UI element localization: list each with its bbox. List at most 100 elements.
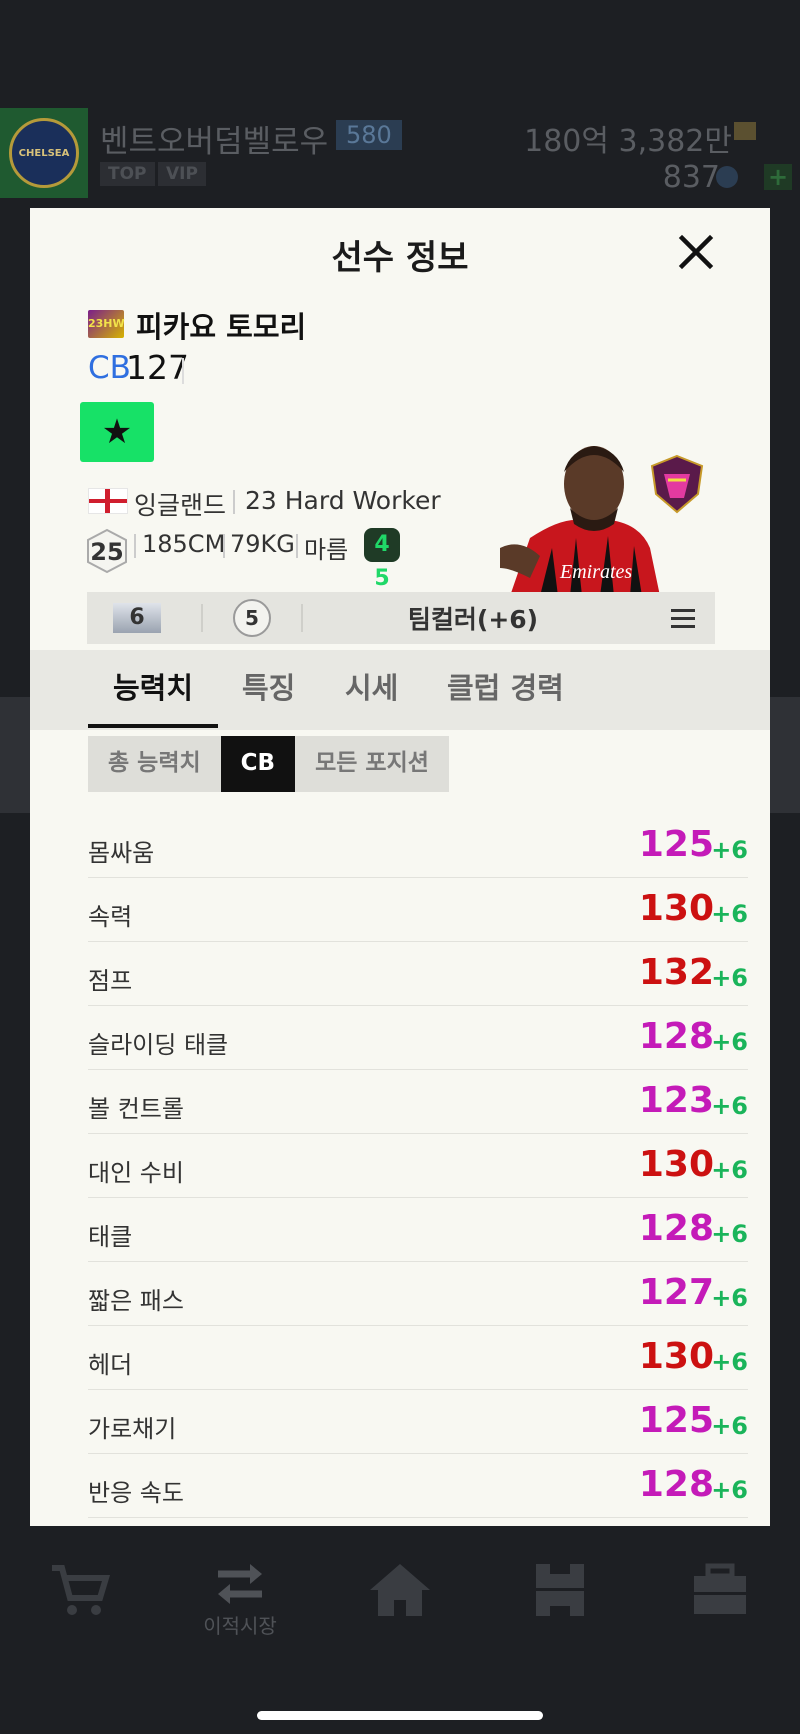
stat-value: 132 [638, 952, 714, 993]
player-name: 피카요 토모리 [136, 310, 307, 344]
add-points-button[interactable]: + [764, 164, 792, 190]
level-badge[interactable]: 5 [233, 599, 271, 637]
coin-icon [734, 122, 756, 140]
divider [233, 490, 235, 514]
stat-bonus: +6 [711, 964, 748, 992]
active-tab-underline [88, 724, 218, 728]
tab-club-history[interactable]: 클럽 경력 [447, 650, 564, 730]
stat-name: 슬라이딩 태클 [88, 1031, 229, 1059]
stat-value: 127 [638, 1272, 714, 1313]
stat-value: 125 [638, 824, 714, 865]
stat-bonus: +6 [711, 900, 748, 928]
stat-value: 130 [638, 1336, 714, 1377]
player-class: 23 Hard Worker [245, 486, 441, 515]
enhance-grade[interactable]: 6 [113, 603, 161, 633]
points-amount: 837 [662, 160, 720, 195]
tab-bar: 능력치 특징 시세 클럽 경력 [30, 650, 770, 730]
divider [134, 534, 136, 558]
stat-bonus: +6 [711, 836, 748, 864]
segment-all-positions[interactable]: 모든 포지션 [295, 736, 449, 792]
enhance-bar: 6 5 팀컬러(+6) [87, 592, 715, 644]
stat-name: 점프 [88, 967, 133, 995]
app-header: CHELSEA 벤트오버덤벨로우 580 TOP VIP 180억 3,382만… [0, 108, 800, 198]
stat-name: 태클 [88, 1223, 133, 1251]
stat-bonus: +6 [711, 1092, 748, 1120]
england-flag-icon [88, 488, 128, 514]
stat-name: 속력 [88, 903, 133, 931]
stat-row: 점프 132 +6 [88, 942, 748, 1006]
home-indicator [257, 1711, 543, 1720]
stat-name: 몸싸움 [88, 839, 155, 867]
stat-row: 대인 수비 130 +6 [88, 1134, 748, 1198]
stat-row: 짧은 패스 127 +6 [88, 1262, 748, 1326]
tab-traits[interactable]: 특징 [242, 650, 295, 730]
stat-name: 볼 컨트롤 [88, 1095, 184, 1123]
favorite-button[interactable]: ★ [80, 402, 154, 462]
stat-row: 슬라이딩 태클 128 +6 [88, 1006, 748, 1070]
stat-row: 속력 130 +6 [88, 878, 748, 942]
stat-name: 헤더 [88, 1351, 133, 1379]
star-icon: ★ [101, 412, 133, 452]
nav-label: 이적시장 [203, 1614, 277, 1638]
nation: 잉글랜드 [134, 491, 227, 520]
stat-value: 128 [638, 1464, 714, 1505]
skill-moves-badge: 4 5 [364, 528, 400, 591]
bottom-nav: 이적시장 [0, 1540, 800, 1660]
stat-row: 가로채기 125 +6 [88, 1390, 748, 1454]
stat-bonus: +6 [711, 1156, 748, 1184]
divider [201, 604, 203, 632]
club-crest-icon: CHELSEA [9, 118, 79, 188]
weight: 79KG [230, 530, 295, 558]
stat-bonus: +6 [711, 1220, 748, 1248]
tab-stats[interactable]: 능력치 [113, 650, 193, 730]
nav-shop[interactable] [40, 1562, 120, 1632]
stat-name: 반응 속도 [88, 1479, 184, 1507]
close-button[interactable] [672, 228, 720, 276]
stat-row: 태클 128 +6 [88, 1198, 748, 1262]
overall-rating: 127 [126, 348, 189, 387]
toolbox-icon [694, 1563, 746, 1614]
age-badge: 25 [86, 528, 128, 574]
stat-bonus: +6 [711, 1412, 748, 1440]
stat-value: 130 [638, 888, 714, 929]
stat-name: 짧은 패스 [88, 1287, 184, 1315]
stat-value: 123 [638, 1080, 714, 1121]
home-icon [370, 1564, 430, 1616]
position-label: CB [88, 350, 131, 386]
age-value: 25 [90, 538, 124, 566]
divider [296, 534, 298, 558]
pitch-icon [536, 1564, 584, 1616]
nav-squad[interactable] [520, 1562, 600, 1632]
stat-row: 볼 컨트롤 123 +6 [88, 1070, 748, 1134]
stat-row: 반응 속도 128 +6 [88, 1454, 748, 1518]
menu-button[interactable] [671, 607, 695, 629]
stat-name: 대인 수비 [88, 1159, 184, 1187]
player-info-modal: 선수 정보 23HW 피카요 토모리 CB 127 ★ 잉글랜드 23 Hard… [30, 208, 770, 1526]
top-tag: TOP [100, 162, 155, 186]
divider [182, 358, 184, 384]
stat-row: 몸싸움 125 +6 [88, 814, 748, 878]
stat-value: 125 [638, 1400, 714, 1441]
club-crest[interactable]: CHELSEA [0, 108, 88, 198]
cart-icon [52, 1565, 111, 1615]
vip-tag: VIP [158, 162, 206, 186]
team-color[interactable]: 팀컬러(+6) [287, 600, 659, 636]
modal-title: 선수 정보 [331, 238, 469, 278]
height: 185CM [142, 530, 226, 558]
nav-home[interactable] [360, 1562, 440, 1632]
stat-filter: 총 능력치 CB 모든 포지션 [88, 736, 449, 792]
stat-value: 130 [638, 1144, 714, 1185]
tab-price[interactable]: 시세 [345, 650, 398, 730]
points-icon [716, 166, 738, 188]
stat-value: 128 [638, 1208, 714, 1249]
stat-row: 헤더 130 +6 [88, 1326, 748, 1390]
stat-bonus: +6 [711, 1476, 748, 1504]
transfer-arrows-icon [218, 1564, 262, 1604]
nav-toolbox[interactable] [680, 1562, 760, 1632]
stat-bonus: +6 [711, 1348, 748, 1376]
close-icon [678, 234, 714, 270]
segment-cb[interactable]: CB [220, 736, 296, 792]
segment-total-stats[interactable]: 총 능력치 [88, 736, 221, 792]
stat-bonus: +6 [711, 1284, 748, 1312]
nav-transfer-market[interactable]: 이적시장 [200, 1562, 280, 1638]
